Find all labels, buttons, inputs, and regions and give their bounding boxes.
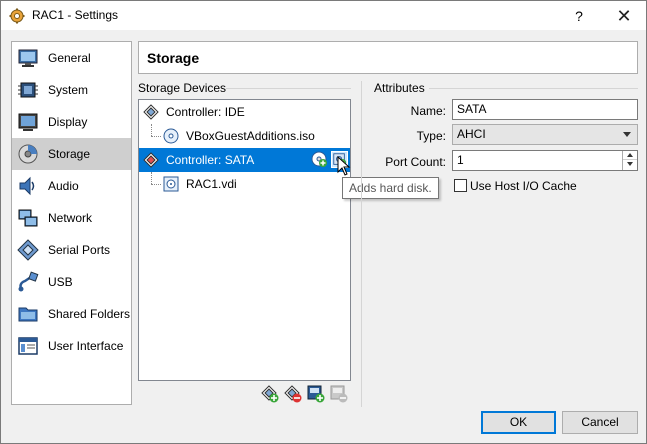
sidebar-item-audio[interactable]: Audio	[12, 170, 131, 202]
sidebar-item-label: Audio	[48, 179, 79, 193]
page-title: Storage	[147, 50, 200, 66]
controller-icon	[143, 152, 159, 168]
attributes-label: Attributes	[374, 81, 425, 95]
use-host-io-cache-label: Use Host I/O Cache	[470, 179, 577, 193]
title-bar: RAC1 - Settings ? ✕	[1, 1, 646, 30]
chevron-down-icon	[623, 132, 631, 137]
optical-disc-icon	[163, 128, 179, 144]
settings-sidebar: General System Display Storage Audio Net…	[11, 41, 132, 405]
spin-down-button[interactable]	[623, 160, 637, 169]
name-field[interactable]: SATA	[452, 99, 638, 120]
ok-button[interactable]: OK	[481, 411, 556, 434]
name-label: Name:	[410, 104, 446, 118]
tooltip: Adds hard disk.	[342, 177, 439, 199]
tree-item-controller-ide[interactable]: Controller: IDE	[139, 100, 350, 124]
type-label: Type:	[416, 129, 446, 143]
type-select[interactable]: AHCI	[452, 124, 638, 145]
port-count-value: 1	[457, 153, 464, 167]
storage-tree[interactable]: Controller: IDE VBoxGuestAdditions.iso C…	[138, 99, 351, 381]
group-divider	[429, 88, 638, 89]
sidebar-item-display[interactable]: Display	[12, 106, 131, 138]
sidebar-item-shared-folders[interactable]: Shared Folders	[12, 298, 131, 330]
sidebar-item-serial-ports[interactable]: Serial Ports	[12, 234, 131, 266]
user-interface-icon	[18, 337, 38, 355]
storage-icon	[18, 144, 38, 164]
panel-divider	[361, 81, 362, 407]
sidebar-item-label: User Interface	[48, 339, 124, 353]
sidebar-item-system[interactable]: System	[12, 74, 131, 106]
port-count-label: Port Count:	[385, 155, 446, 169]
serial-port-icon	[17, 239, 39, 261]
spin-up-button[interactable]	[623, 151, 637, 160]
group-divider	[226, 88, 351, 89]
use-host-io-cache-checkbox[interactable]	[454, 179, 467, 192]
type-select-value: AHCI	[457, 127, 486, 141]
network-icon	[18, 209, 38, 227]
sidebar-item-label: General	[48, 51, 91, 65]
sidebar-item-storage[interactable]: Storage	[12, 138, 131, 170]
mouse-cursor-icon	[337, 156, 351, 176]
sidebar-item-label: Serial Ports	[48, 243, 111, 257]
tree-item-controller-sata[interactable]: Controller: SATA	[139, 148, 350, 172]
controller-icon	[143, 104, 159, 120]
hard-disk-icon	[163, 176, 179, 192]
tree-item-label: VBoxGuestAdditions.iso	[186, 129, 315, 143]
cancel-button[interactable]: Cancel	[562, 411, 638, 434]
sidebar-item-label: Network	[48, 211, 93, 225]
sidebar-item-label: USB	[48, 275, 73, 289]
storage-devices-label: Storage Devices	[138, 81, 227, 95]
sidebar-item-label: Storage	[48, 147, 91, 161]
chip-icon	[18, 82, 38, 98]
page-header: Storage	[138, 41, 638, 74]
sidebar-item-general[interactable]: General	[12, 42, 131, 74]
sidebar-item-label: Shared Folders	[48, 307, 131, 321]
monitor-icon	[18, 49, 38, 67]
spin-buttons	[622, 151, 637, 170]
arrow-down-icon	[627, 162, 633, 166]
arrow-up-icon	[627, 153, 633, 157]
folder-icon	[18, 307, 38, 322]
close-button[interactable]: ✕	[611, 5, 637, 27]
tree-item-optical-disk[interactable]: VBoxGuestAdditions.iso	[139, 124, 350, 148]
usb-icon	[18, 271, 39, 292]
window-title: RAC1 - Settings	[32, 8, 119, 22]
tree-item-label: Controller: IDE	[166, 105, 245, 119]
sidebar-item-user-interface[interactable]: User Interface	[12, 330, 131, 362]
remove-attachment-icon[interactable]	[330, 385, 348, 403]
port-count-spinbox[interactable]: 1	[452, 150, 638, 171]
remove-controller-icon[interactable]	[284, 385, 302, 403]
sidebar-item-label: Display	[48, 115, 88, 129]
sidebar-item-network[interactable]: Network	[12, 202, 131, 234]
sidebar-item-usb[interactable]: USB	[12, 266, 131, 298]
help-button[interactable]: ?	[567, 5, 591, 27]
sidebar-item-label: System	[48, 83, 89, 97]
tree-item-label: RAC1.vdi	[186, 177, 237, 191]
add-controller-icon[interactable]	[261, 385, 279, 403]
add-optical-drive-icon[interactable]	[311, 151, 328, 168]
speaker-icon	[19, 176, 35, 196]
gear-icon	[9, 8, 25, 24]
settings-window: RAC1 - Settings ? ✕ General System Displ…	[0, 0, 647, 444]
tree-item-hard-disk[interactable]: RAC1.vdi	[139, 172, 350, 196]
add-attachment-icon[interactable]	[307, 385, 325, 403]
display-icon	[18, 113, 38, 131]
tree-item-label: Controller: SATA	[166, 153, 255, 167]
